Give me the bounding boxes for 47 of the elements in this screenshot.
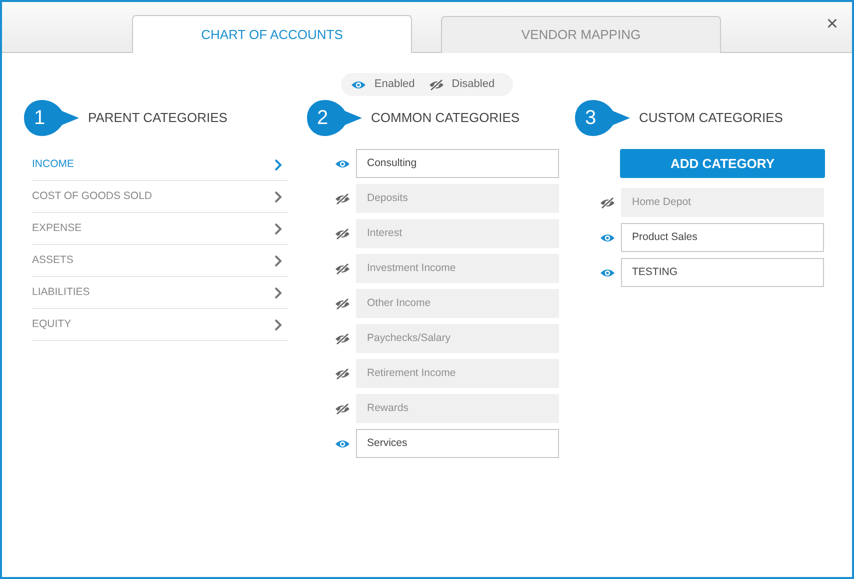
legend-label: Enabled	[374, 77, 415, 92]
category-field[interactable]: Rewards	[356, 394, 559, 423]
chevron-icon	[274, 190, 282, 202]
legend-label: Disabled	[452, 77, 495, 92]
category-field[interactable]: Consulting	[356, 149, 559, 178]
category-field[interactable]: Interest	[356, 219, 559, 248]
category-field[interactable]: Paychecks/Salary	[356, 324, 559, 353]
section-title: CUSTOM CATEGORIES	[639, 109, 783, 128]
category-item[interactable]: INCOME	[32, 149, 288, 181]
section-title: COMMON CATEGORIES	[371, 109, 520, 128]
eye-slash-icon[interactable]	[335, 192, 350, 204]
chevron-icon	[274, 286, 282, 298]
eye-icon[interactable]	[600, 232, 615, 244]
eye-slash-icon[interactable]	[600, 196, 615, 208]
add-category-button[interactable]: ADD CATEGORY	[620, 149, 825, 178]
tab[interactable]: CHART OF ACCOUNTS	[132, 15, 412, 53]
eye-icon[interactable]	[335, 438, 350, 450]
category-field[interactable]: Deposits	[356, 184, 559, 213]
eye-slash-icon[interactable]	[428, 78, 444, 90]
category-field[interactable]: Investment Income	[356, 254, 559, 283]
eye-slash-icon[interactable]	[335, 262, 350, 274]
category-field[interactable]: Home Depot	[621, 188, 824, 217]
eye-slash-icon[interactable]	[335, 402, 350, 414]
close-button[interactable]: ×	[824, 14, 840, 34]
category-field[interactable]: TESTING	[621, 258, 824, 287]
chevron-icon	[274, 254, 282, 266]
section-title: PARENT CATEGORIES	[88, 109, 228, 128]
eye-slash-icon[interactable]	[335, 332, 350, 344]
chevron-icon	[274, 318, 282, 330]
eye-slash-icon[interactable]	[335, 228, 350, 240]
eye-icon[interactable]	[335, 158, 350, 170]
chevron-icon	[274, 222, 282, 234]
category-field[interactable]: Other Income	[356, 289, 559, 318]
category-field[interactable]: Services	[356, 429, 559, 458]
eye-icon[interactable]	[600, 266, 615, 278]
category-field[interactable]: Product Sales	[621, 223, 824, 252]
category-item[interactable]: COST OF GOODS SOLD	[32, 181, 288, 213]
category-item[interactable]: EQUITY	[32, 309, 288, 341]
chevron-icon	[274, 158, 282, 170]
category-item[interactable]: EXPENSE	[32, 213, 288, 245]
tab[interactable]: VENDOR MAPPING	[441, 16, 721, 53]
category-item[interactable]: ASSETS	[32, 245, 288, 277]
eye-icon[interactable]	[351, 78, 366, 90]
category-item[interactable]: LIABILITIES	[32, 277, 288, 309]
category-field[interactable]: Retirement Income	[356, 359, 559, 388]
eye-slash-icon[interactable]	[335, 298, 350, 310]
eye-slash-icon[interactable]	[335, 368, 350, 380]
